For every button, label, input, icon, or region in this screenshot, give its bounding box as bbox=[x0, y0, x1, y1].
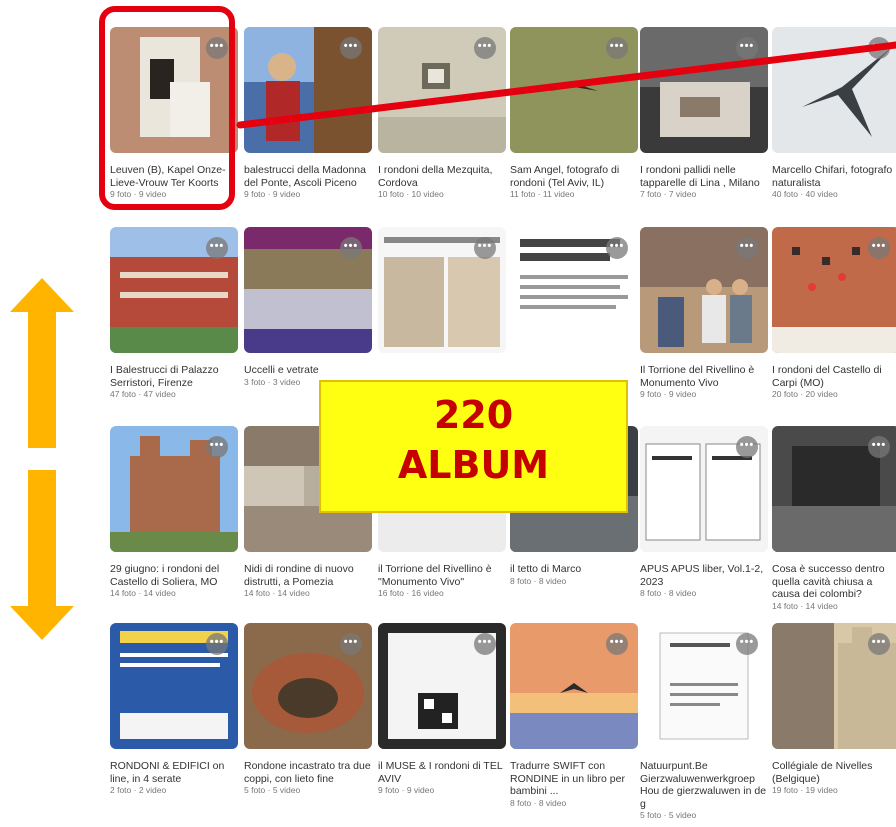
banner-label: ALBUM bbox=[397, 443, 550, 487]
arrow-up-icon bbox=[10, 278, 74, 448]
arrow-down-icon bbox=[10, 470, 74, 640]
banner-number: 220 bbox=[433, 393, 514, 437]
album-count-banner: 220 ALBUM bbox=[319, 380, 628, 513]
